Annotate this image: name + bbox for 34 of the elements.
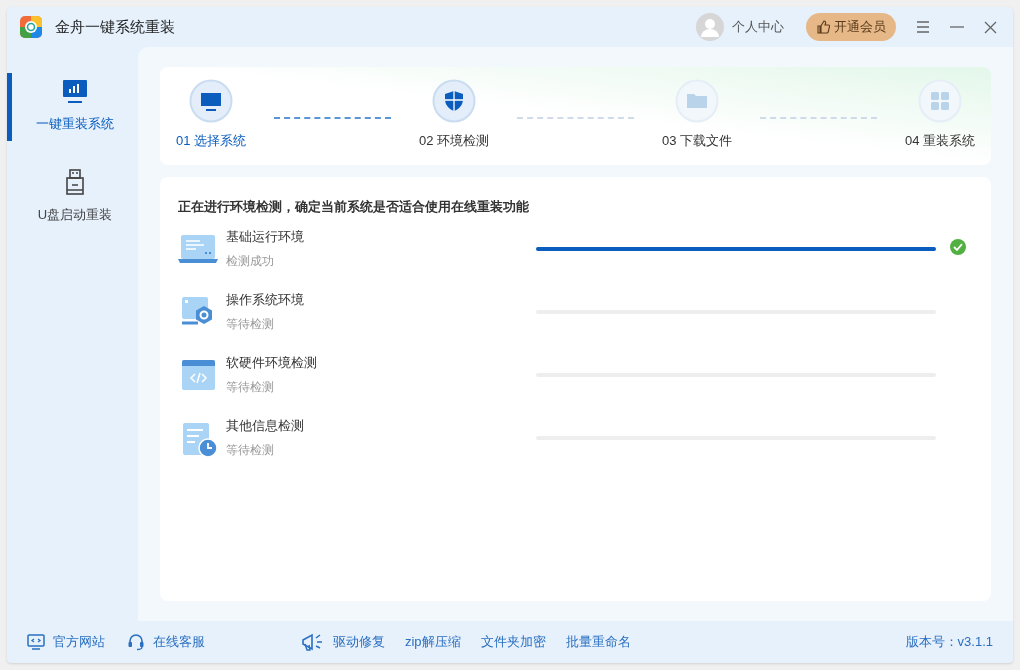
sidebar-item[interactable]: U盘启动重装 — [7, 163, 138, 231]
check-status: 等待检测 — [226, 316, 275, 333]
step-label: 02 环境检测 — [418, 132, 490, 150]
step-label: 04 重装系统 — [904, 132, 975, 150]
step-label: 03 下载文件 — [661, 132, 732, 150]
tool-link[interactable]: 批量重命名 — [565, 632, 631, 652]
version-label: 版本号：v3.1.1 — [905, 633, 993, 652]
check-status: 检测成功 — [226, 253, 275, 270]
check-status: 等待检测 — [226, 442, 275, 459]
check-status: 等待检测 — [226, 379, 275, 396]
check-name: 基础运行环境 — [226, 227, 305, 246]
usb-drive-icon — [66, 169, 84, 196]
window-title: 金舟一键系统重装 — [55, 16, 175, 37]
check-name: 操作系统环境 — [226, 290, 305, 309]
check-heading: 正在进行环境检测，确定当前系统是否适合使用在线重装功能 — [178, 198, 530, 216]
headset-icon — [127, 633, 145, 651]
close-icon[interactable] — [984, 20, 997, 34]
monitor-code-icon — [27, 634, 45, 650]
check-name: 其他信息检测 — [226, 416, 305, 435]
thumbs-up-icon — [816, 20, 830, 34]
app-logo-icon — [19, 15, 43, 39]
check-name: 软硬件环境检测 — [226, 353, 318, 372]
tool-link[interactable]: 驱动修复 — [332, 632, 385, 652]
step-label: 01 选择系统 — [176, 132, 247, 150]
tool-link[interactable]: 文件夹加密 — [480, 632, 546, 652]
chart-monitor-icon — [63, 80, 87, 105]
vip-button[interactable]: 开通会员 — [806, 13, 896, 41]
menu-icon[interactable] — [916, 21, 930, 33]
megaphone-icon — [300, 632, 323, 652]
tool-link[interactable]: zip解压缩 — [404, 632, 461, 652]
user-center-link[interactable]: 个人中心 — [732, 17, 784, 37]
footer-link[interactable]: 官方网站 — [53, 632, 105, 652]
footer-link[interactable]: 在线客服 — [153, 632, 205, 652]
laptop-icon — [178, 232, 218, 265]
